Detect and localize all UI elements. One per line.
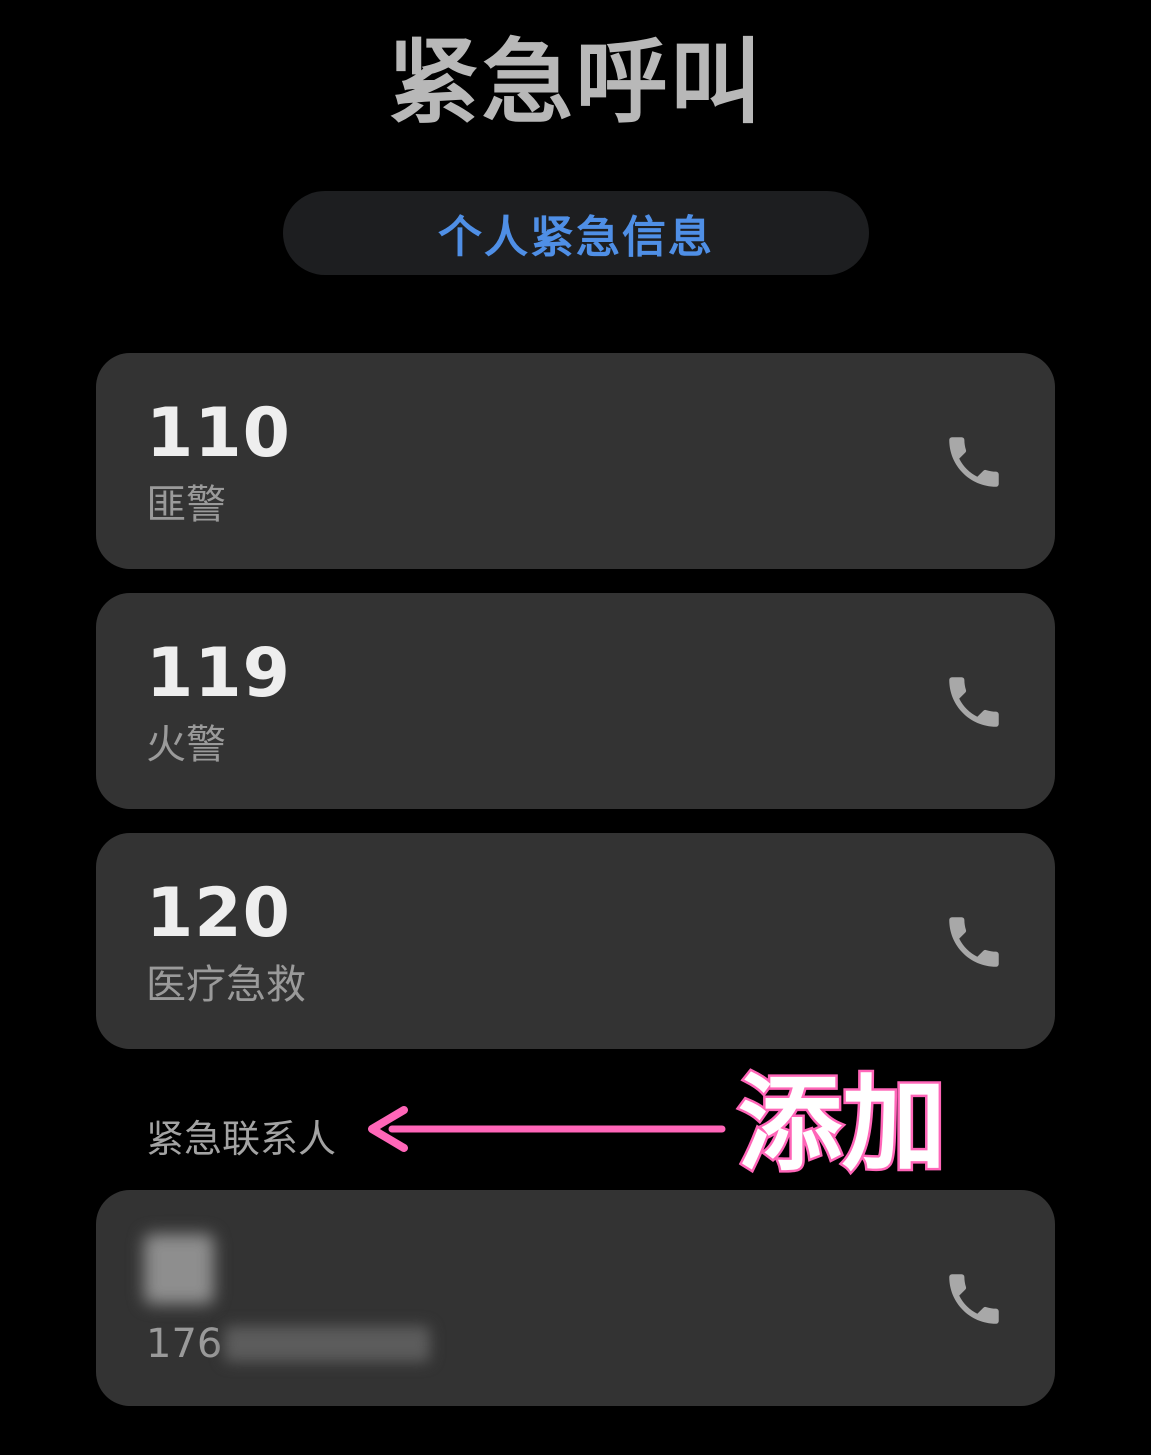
emergency-number: 120 (146, 874, 291, 953)
personal-emergency-info-button[interactable]: 个人紧急信息 (283, 191, 869, 275)
emergency-card-119[interactable]: 119 火警 (96, 593, 1055, 809)
annotation-label: 添加 (735, 1061, 948, 1188)
page-title: 紧急呼叫 (387, 29, 764, 136)
phone-icon[interactable] (941, 429, 1007, 495)
emergency-card-110[interactable]: 110 匪警 (96, 353, 1055, 569)
emergency-contacts-header: 紧急联系人 (146, 1117, 337, 1161)
phone-icon[interactable] (941, 669, 1007, 735)
contact-phone-redacted (224, 1326, 430, 1362)
contact-name-redacted (144, 1234, 214, 1304)
emergency-contact-card[interactable]: 176 (96, 1190, 1055, 1406)
phone-icon[interactable] (941, 909, 1007, 975)
phone-icon[interactable] (941, 1266, 1007, 1332)
emergency-label: 火警 (146, 722, 226, 768)
emergency-number: 119 (146, 634, 291, 713)
emergency-label: 匪警 (146, 482, 226, 528)
emergency-number: 110 (146, 394, 291, 473)
emergency-label: 医疗急救 (146, 962, 306, 1008)
personal-emergency-info-label: 个人紧急信息 (438, 212, 714, 263)
emergency-card-120[interactable]: 120 医疗急救 (96, 833, 1055, 1049)
annotation-arrow-icon (368, 1106, 726, 1152)
contact-phone-prefix: 176 (146, 1321, 223, 1367)
